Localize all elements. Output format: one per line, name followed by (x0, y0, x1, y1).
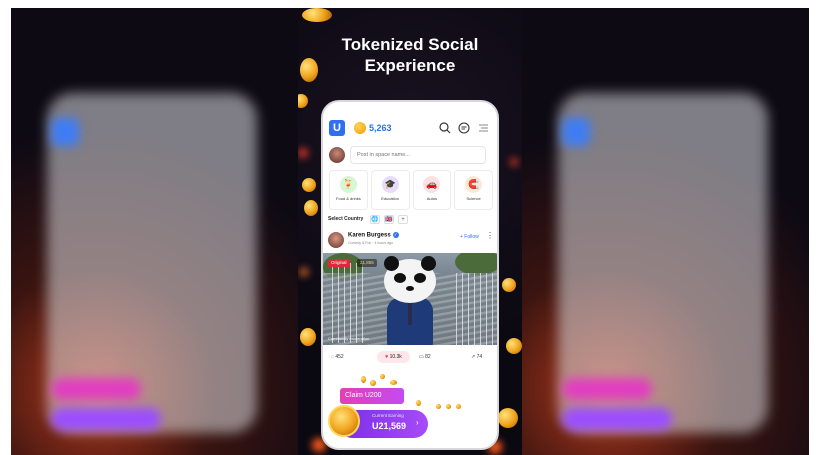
reward-coin (456, 404, 461, 409)
blurred-claim-right (562, 378, 652, 400)
headline-line-2: Experience (364, 56, 456, 75)
headline-line-1: Tokenized Social (341, 35, 479, 54)
globe-flag-chip[interactable]: 🌐 (370, 215, 380, 224)
coin-decoration (298, 94, 308, 108)
panda-nose (406, 286, 414, 291)
chevron-right-icon[interactable]: › (416, 418, 419, 427)
author-name-text: Karen Burgess (348, 232, 391, 239)
category-food[interactable]: 🍹 Food & drinks (329, 170, 368, 210)
country-selector: Select Country 🌐 🇬🇧 + (328, 215, 492, 225)
verified-icon: ✓ (392, 232, 399, 238)
earning-value: U21,569 (372, 421, 407, 431)
category-label: Science (466, 196, 481, 201)
comment-count: 452 (335, 354, 344, 360)
promo-frame: Tokenized Social Experience U 5,263 Post… (11, 8, 809, 455)
chat-icon[interactable] (458, 122, 470, 134)
coin-decoration (304, 200, 318, 216)
category-science[interactable]: 🧲 Science (454, 170, 493, 210)
claim-reward-button[interactable]: Claim U200 (340, 388, 404, 404)
add-country-chip[interactable]: + (398, 215, 408, 224)
blurred-earning-right (562, 408, 672, 430)
car-icon: 🚗 (423, 176, 441, 193)
reward-coin (380, 374, 385, 379)
panda-eye (394, 273, 406, 283)
author-name[interactable]: Karen Burgess ✓ (348, 232, 399, 239)
app-logo[interactable]: U (329, 120, 345, 136)
reward-coin (390, 380, 397, 385)
blurred-logo-right (562, 118, 590, 146)
reward-coin (436, 404, 441, 409)
menu-icon[interactable] (477, 122, 489, 134)
country-label: Select Country (328, 216, 364, 222)
coin-decoration (506, 338, 522, 354)
original-badge: Original (328, 259, 350, 267)
views-badge: 21,855 (357, 259, 377, 267)
more-options-icon[interactable]: ⋮ (486, 232, 494, 240)
science-icon: 🧲 (465, 176, 483, 193)
panda-ear (421, 256, 436, 271)
light-decoration (300, 268, 308, 276)
category-autos[interactable]: 🚗 Autos (412, 170, 452, 210)
post-image[interactable]: Original 21,855 Community moderation (323, 253, 497, 345)
panda-ear (384, 256, 399, 271)
comment-button[interactable]: ◌ 452 (331, 351, 344, 363)
coin-decoration (302, 8, 332, 22)
compose-input[interactable] (350, 146, 486, 164)
panda-eye (414, 273, 426, 283)
coin-decoration (300, 328, 316, 346)
earning-label: Current Earning (372, 413, 404, 418)
promo-headline: Tokenized Social Experience (298, 34, 522, 76)
like-count: 10.3k (389, 354, 402, 360)
app-top-bar: U 5,263 (329, 120, 493, 138)
user-avatar[interactable] (329, 147, 345, 163)
share-button[interactable]: ↗ 74 (471, 351, 482, 363)
food-icon: 🍹 (339, 176, 357, 193)
author-avatar[interactable] (328, 232, 344, 248)
coin-decoration (302, 178, 316, 192)
reward-coin (446, 404, 451, 409)
compose-bar (329, 146, 493, 164)
follow-button[interactable]: + Follow (460, 234, 479, 240)
earning-coin-icon (328, 405, 360, 437)
blurred-background-right (522, 8, 809, 455)
tie (408, 301, 412, 325)
blurred-logo-left (51, 118, 79, 146)
blurred-background-left (11, 8, 298, 455)
moderation-label: Community moderation (328, 336, 370, 341)
tree-shape (455, 253, 497, 275)
light-decoration (510, 158, 518, 166)
share-count: 74 (476, 354, 483, 360)
uk-flag-chip[interactable]: 🇬🇧 (384, 215, 394, 224)
education-icon: 🎓 (381, 176, 399, 193)
coin-decoration (502, 278, 516, 292)
search-icon[interactable] (439, 122, 451, 134)
blurred-earning-left (51, 408, 161, 430)
like-button[interactable]: ♥ 10.3k (377, 351, 410, 363)
category-row: 🍹 Food & drinks 🎓 Education 🚗 Autos 🧲 Sc… (329, 170, 493, 210)
railing-left (327, 263, 367, 343)
reward-coin (370, 380, 376, 386)
promo-center-panel: Tokenized Social Experience U 5,263 Post… (298, 8, 522, 455)
reply-count: 82 (425, 354, 431, 360)
coin-decoration (498, 408, 518, 428)
reward-coin (416, 400, 421, 406)
reply-button[interactable]: ▭ 82 (419, 351, 431, 363)
category-education[interactable]: 🎓 Education (370, 170, 410, 210)
category-label: Autos (426, 196, 437, 201)
railing-right (451, 273, 495, 345)
light-decoration (298, 148, 308, 158)
category-label: Food & drinks (336, 196, 361, 201)
post-header: Karen Burgess ✓ Comedy & Fun · 4 hours ag… (328, 232, 494, 250)
blurred-claim-left (51, 378, 141, 400)
post-meta: Comedy & Fun · 4 hours ago (348, 241, 393, 245)
category-label: Education (381, 196, 400, 201)
token-balance: 5,263 (369, 123, 392, 133)
post-actions: ◌ 452 ♥ 10.3k ▭ 82 ↗ 74 (331, 351, 491, 363)
reward-coin (361, 376, 366, 383)
token-coin-icon (354, 122, 366, 134)
